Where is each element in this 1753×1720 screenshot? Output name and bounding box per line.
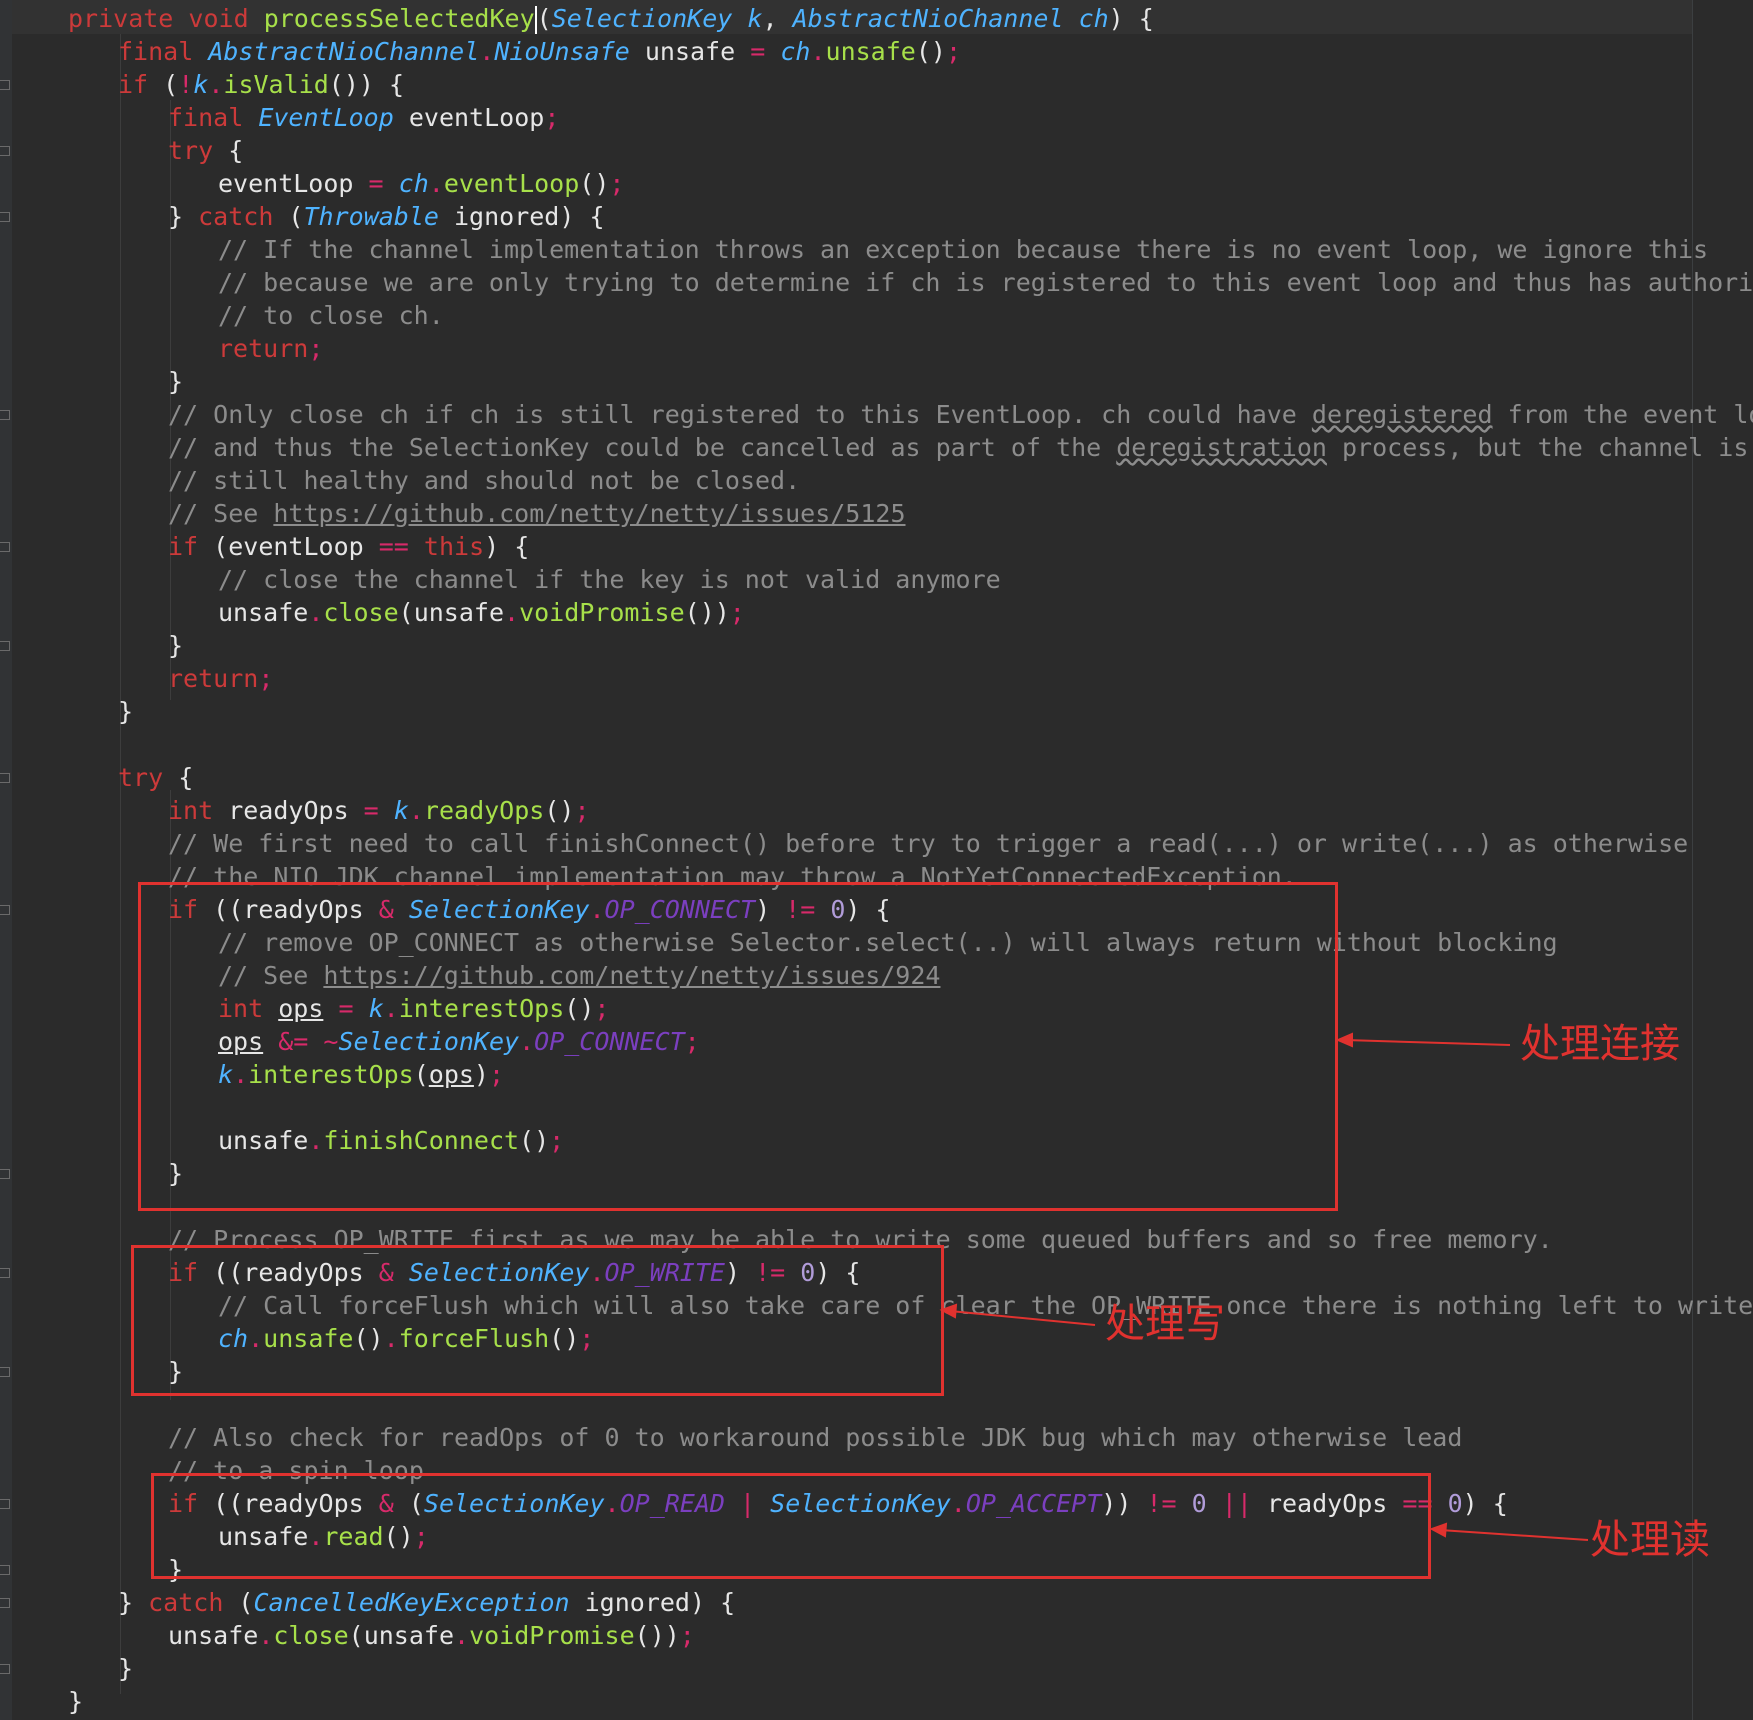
read-arrow bbox=[1439, 1529, 1589, 1541]
write-arrowhead bbox=[939, 1303, 958, 1319]
fold-marker-icon[interactable] bbox=[0, 542, 10, 552]
annotation-read-label: 处理读 bbox=[1590, 1517, 1710, 1563]
fold-marker-icon[interactable] bbox=[0, 80, 10, 90]
fold-marker-icon[interactable] bbox=[0, 1268, 10, 1278]
fold-marker-icon[interactable] bbox=[0, 212, 10, 222]
fold-marker-icon[interactable] bbox=[0, 1169, 10, 1179]
fold-marker-icon[interactable] bbox=[0, 905, 10, 915]
read-arrowhead bbox=[1429, 1522, 1448, 1538]
fold-marker-icon[interactable] bbox=[0, 146, 10, 156]
fold-marker-icon[interactable] bbox=[0, 641, 10, 651]
connect-arrow bbox=[1344, 1039, 1511, 1046]
annotation-arrows bbox=[939, 1032, 1589, 1541]
fold-marker-icon[interactable] bbox=[0, 1367, 10, 1377]
write-arrow bbox=[949, 1310, 1096, 1326]
annotation-connect-label: 处理连接 bbox=[1520, 1021, 1680, 1067]
fold-marker-icon[interactable] bbox=[0, 1598, 10, 1608]
fold-marker-icon[interactable] bbox=[0, 1565, 10, 1575]
connect-arrowhead bbox=[1335, 1032, 1353, 1048]
fold-marker-icon[interactable] bbox=[0, 410, 10, 420]
fold-marker-icon[interactable] bbox=[0, 1499, 10, 1509]
annotation-write-label: 处理写 bbox=[1105, 1301, 1225, 1347]
fold-marker-icon[interactable] bbox=[0, 773, 10, 783]
fold-marker-icon[interactable] bbox=[0, 1664, 10, 1674]
